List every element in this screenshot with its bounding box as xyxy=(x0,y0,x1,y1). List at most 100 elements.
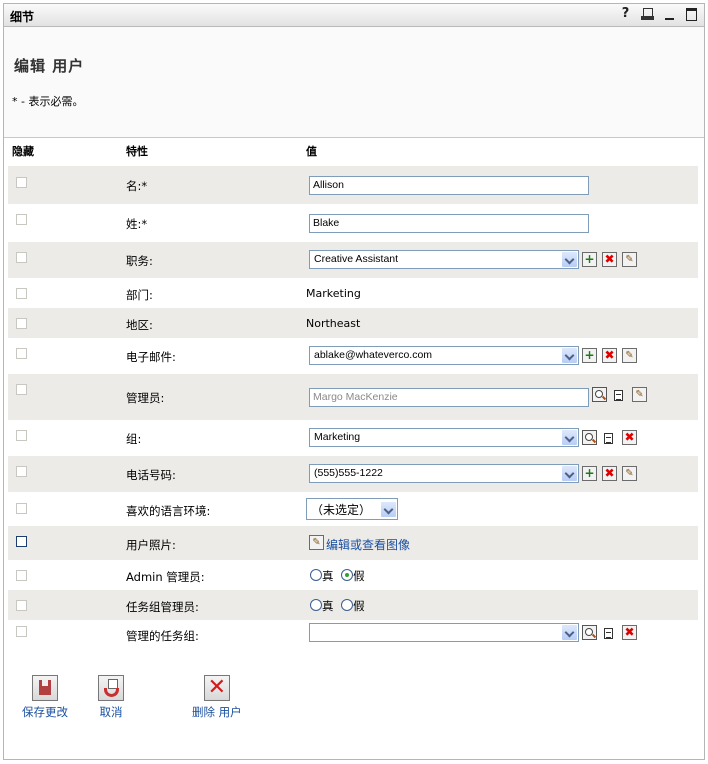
table-row: 组: Marketing ✖ xyxy=(8,420,698,456)
add-button[interactable]: + xyxy=(582,348,597,363)
delete-button[interactable]: ✖ xyxy=(622,625,637,640)
edit-button[interactable]: ✎ xyxy=(622,348,637,363)
admin-radio-group: 真 假 xyxy=(310,568,369,584)
maximize-icon[interactable] xyxy=(685,7,698,21)
delete-user-button[interactable]: ✕ 删除 用户 xyxy=(192,675,242,720)
delete-icon: ✕ xyxy=(203,675,230,701)
admin-false-label: 假 xyxy=(353,569,365,583)
hide-checkbox[interactable] xyxy=(16,177,27,188)
hide-checkbox[interactable] xyxy=(16,570,27,581)
panel-titlebar: 细节 ? xyxy=(4,4,704,27)
table-row: 部门: Marketing xyxy=(8,278,698,308)
chevron-down-icon[interactable] xyxy=(562,625,577,640)
hide-checkbox[interactable] xyxy=(16,503,27,514)
hide-checkbox[interactable] xyxy=(16,348,27,359)
admin-true-radio[interactable] xyxy=(310,569,322,581)
cancel-button[interactable]: 取消 xyxy=(98,675,124,720)
lookup-icon[interactable] xyxy=(592,387,607,402)
phone-label: 电话号码: xyxy=(126,468,176,482)
cancel-icon xyxy=(98,675,124,701)
hide-checkbox[interactable] xyxy=(16,536,27,547)
add-button[interactable]: + xyxy=(582,252,597,267)
chevron-down-icon[interactable] xyxy=(381,502,396,517)
chevron-down-icon[interactable] xyxy=(562,466,577,481)
region-value: Northeast xyxy=(306,317,361,330)
hide-checkbox[interactable] xyxy=(16,252,27,263)
admin-false-radio[interactable] xyxy=(341,569,354,581)
form-header: 编辑 用户 * - 表示必需。 xyxy=(4,27,704,138)
edit-button[interactable]: ✎ xyxy=(622,252,637,267)
attribute-table: 名:* Allison 姓:* Blake 职务: Creative Assis… xyxy=(8,166,698,656)
group-select-value: Marketing xyxy=(314,431,361,443)
page-title: 编辑 用户 xyxy=(14,57,85,75)
hide-checkbox[interactable] xyxy=(16,288,27,299)
delete-button[interactable]: ✖ xyxy=(602,466,617,481)
last-name-label: 姓:* xyxy=(126,217,148,231)
lookup-icon[interactable] xyxy=(582,625,597,640)
table-row: 喜欢的语言环境: （未选定） xyxy=(8,492,698,526)
manager-input[interactable]: Margo MacKenzie xyxy=(309,388,589,407)
save-icon xyxy=(32,675,58,701)
email-select-value: ablake@whateverco.com xyxy=(314,349,433,361)
chevron-down-icon[interactable] xyxy=(562,252,577,267)
lookup-icon[interactable] xyxy=(582,430,597,445)
managed-taskgroups-select[interactable] xyxy=(309,623,579,642)
save-changes-label: 保存更改 xyxy=(22,705,68,719)
admin-true-label: 真 xyxy=(322,569,334,583)
table-row: 电话号码: (555)555-1222 + ✖ ✎ xyxy=(8,456,698,492)
delete-button[interactable]: ✖ xyxy=(622,430,637,445)
delete-user-label: 删除 用户 xyxy=(192,705,242,719)
table-row: 地区: Northeast xyxy=(8,308,698,338)
first-name-input[interactable]: Allison xyxy=(309,176,589,195)
locale-select[interactable]: （未选定） xyxy=(306,498,398,520)
last-name-input[interactable]: Blake xyxy=(309,214,589,233)
hide-checkbox[interactable] xyxy=(16,318,27,329)
delete-button[interactable]: ✖ xyxy=(602,348,617,363)
title-select[interactable]: Creative Assistant xyxy=(309,250,579,269)
hide-checkbox[interactable] xyxy=(16,214,27,225)
print-icon[interactable] xyxy=(641,7,654,21)
edit-image-link[interactable]: 编辑或查看图像 xyxy=(326,536,410,553)
panel-title: 细节 xyxy=(10,10,35,24)
required-note: * - 表示必需。 xyxy=(12,95,84,108)
history-icon[interactable] xyxy=(610,387,625,402)
hide-checkbox[interactable] xyxy=(16,466,27,477)
save-changes-button[interactable]: 保存更改 xyxy=(22,675,68,720)
history-icon[interactable] xyxy=(600,430,615,445)
table-row: 姓:* Blake xyxy=(8,204,698,242)
table-row: 任务组管理员: 真 假 xyxy=(8,590,698,620)
phone-select-value: (555)555-1222 xyxy=(314,467,383,479)
group-label: 组: xyxy=(126,432,142,446)
taskgroup-admin-false-radio[interactable] xyxy=(341,599,354,611)
column-header-attribute: 特性 xyxy=(126,145,148,158)
title-select-value: Creative Assistant xyxy=(314,253,399,265)
edit-button[interactable]: ✎ xyxy=(622,466,637,481)
locale-label: 喜欢的语言环境: xyxy=(126,504,211,518)
table-row: 名:* Allison xyxy=(8,166,698,204)
hide-checkbox[interactable] xyxy=(16,626,27,637)
title-label: 职务: xyxy=(126,254,153,268)
clear-edit-button[interactable]: ✎ xyxy=(632,387,647,402)
minimize-icon[interactable] xyxy=(663,7,676,21)
phone-select[interactable]: (555)555-1222 xyxy=(309,464,579,483)
help-icon[interactable]: ? xyxy=(619,7,632,21)
hide-checkbox[interactable] xyxy=(16,600,27,611)
history-icon[interactable] xyxy=(600,625,615,640)
taskgroup-admin-true-radio[interactable] xyxy=(310,599,322,611)
first-name-label: 名:* xyxy=(126,179,148,193)
hide-checkbox[interactable] xyxy=(16,430,27,441)
table-row: Admin 管理员: 真 假 xyxy=(8,560,698,590)
hide-checkbox[interactable] xyxy=(16,384,27,395)
add-button[interactable]: + xyxy=(582,466,597,481)
locale-select-value: （未选定） xyxy=(311,503,372,517)
chevron-down-icon[interactable] xyxy=(562,348,577,363)
taskgroup-admin-false-label: 假 xyxy=(353,599,365,613)
delete-button[interactable]: ✖ xyxy=(602,252,617,267)
edit-image-icon[interactable]: ✎ xyxy=(309,535,324,550)
group-select[interactable]: Marketing xyxy=(309,428,579,447)
table-row: 管理员: Margo MacKenzie ✎ xyxy=(8,374,698,420)
chevron-down-icon[interactable] xyxy=(562,430,577,445)
department-value: Marketing xyxy=(306,287,361,300)
email-select[interactable]: ablake@whateverco.com xyxy=(309,346,579,365)
department-label: 部门: xyxy=(126,288,153,302)
